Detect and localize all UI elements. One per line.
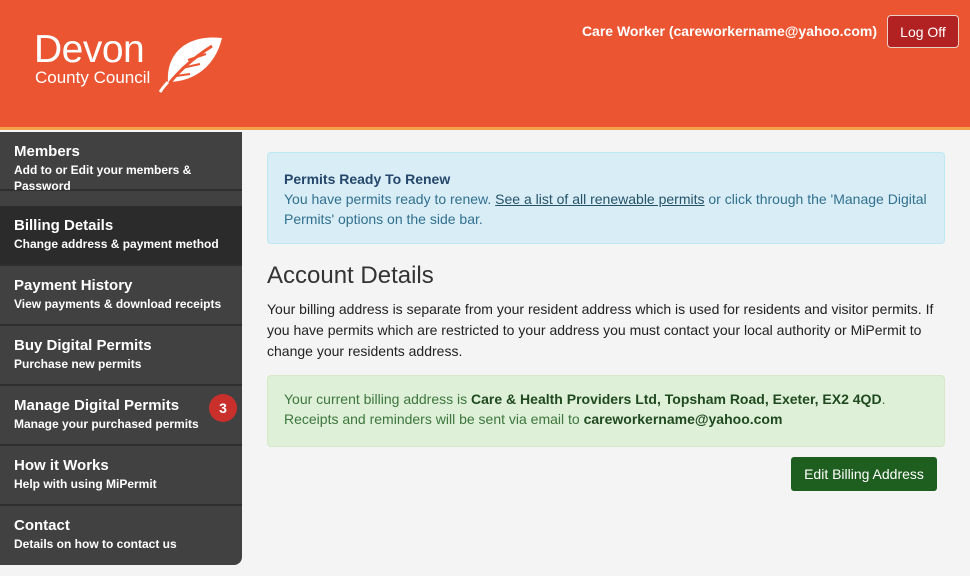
sidebar-item-title: How it Works: [14, 457, 109, 474]
billing-text-1: Your current billing address is: [284, 391, 472, 407]
sidebar-item-subtitle: Add to or Edit your members & Password: [14, 163, 192, 193]
sidebar-item-how-it-works[interactable]: How it Works Help with using MiPermit: [0, 446, 242, 506]
billing-email: careworkername@yahoo.com: [583, 411, 783, 427]
renew-permits-alert: Permits Ready To Renew You have permits …: [267, 152, 945, 244]
logo-devon-text: Devon: [34, 28, 145, 71]
billing-address-alert: Your current billing address is Care & H…: [267, 375, 945, 447]
sidebar-item-subtitle: Change address & payment method: [14, 237, 219, 251]
page-title: Account Details: [267, 262, 434, 289]
sidebar-item-subtitle: Details on how to contact us: [14, 537, 177, 551]
user-account-label: Care Worker (careworkername@yahoo.com): [581, 23, 877, 39]
edit-billing-address-button[interactable]: Edit Billing Address: [791, 457, 937, 491]
sidebar-item-title: Buy Digital Permits: [14, 337, 152, 354]
renew-alert-text: You have permits ready to renew. See a l…: [284, 189, 928, 229]
leaf-icon: [158, 37, 222, 93]
main-content: Permits Ready To Renew You have permits …: [242, 132, 970, 576]
sidebar-item-subtitle: View payments & download receipts: [14, 297, 222, 311]
logo-council-text: County Council: [35, 68, 151, 87]
sidebar-item-title: Billing Details: [14, 217, 114, 234]
sidebar-item-payment-history[interactable]: Payment History View payments & download…: [0, 266, 242, 326]
renewable-permits-link[interactable]: See a list of all renewable permits: [495, 191, 704, 207]
sidebar-item-manage-digital-permits[interactable]: Manage Digital Permits Manage your purch…: [0, 386, 242, 446]
sidebar-item-billing-details[interactable]: Billing Details Change address & payment…: [0, 206, 242, 266]
billing-address: Care & Health Providers Ltd, Topsham Roa…: [471, 391, 882, 407]
renew-alert-text-before: You have permits ready to renew.: [284, 191, 496, 207]
sidebar-item-subtitle: Manage your purchased permits: [14, 417, 199, 431]
sidebar-item-title: Manage Digital Permits: [14, 397, 180, 414]
sidebar-item-subtitle: Purchase new permits: [14, 357, 142, 371]
devon-county-council-logo[interactable]: Devon County Council: [34, 30, 234, 100]
sidebar-item-title: Contact: [14, 517, 70, 534]
renew-alert-heading: Permits Ready To Renew: [284, 171, 451, 187]
permit-count-badge: 3: [209, 394, 237, 422]
sidebar-item-contact[interactable]: Contact Details on how to contact us: [0, 506, 242, 565]
billing-description: Your billing address is separate from yo…: [267, 301, 934, 359]
sidebar-item-members[interactable]: Members Add to or Edit your members & Pa…: [0, 132, 242, 193]
header: Devon County Council Care Worker (carewo…: [0, 0, 970, 130]
sidebar: Members Add to or Edit your members & Pa…: [0, 132, 242, 565]
sidebar-item-subtitle: Help with using MiPermit: [14, 477, 157, 491]
sidebar-item-buy-digital-permits[interactable]: Buy Digital Permits Purchase new permits: [0, 326, 242, 386]
sidebar-item-title: Members: [14, 143, 80, 160]
log-off-button[interactable]: Log Off: [887, 15, 959, 48]
sidebar-item-title: Payment History: [14, 277, 133, 294]
